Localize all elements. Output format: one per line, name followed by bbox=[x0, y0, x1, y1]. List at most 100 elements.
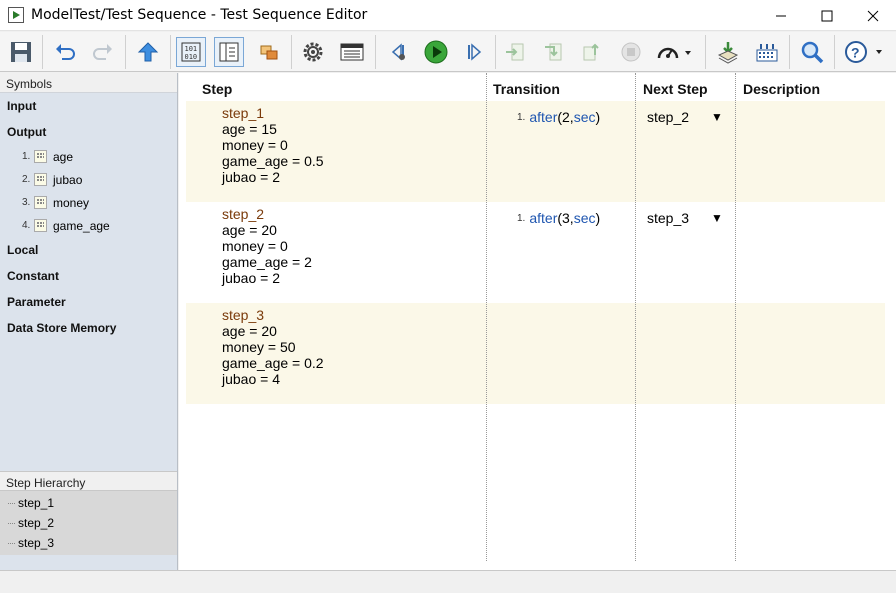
search-button[interactable] bbox=[797, 37, 827, 67]
table-view-icon bbox=[340, 43, 364, 61]
step-forward-button[interactable] bbox=[459, 37, 489, 67]
model-explorer-button[interactable] bbox=[254, 37, 284, 67]
column-divider bbox=[486, 73, 487, 561]
close-button[interactable] bbox=[850, 0, 896, 31]
run-icon bbox=[424, 40, 448, 64]
column-header-transition[interactable]: Transition bbox=[493, 81, 560, 97]
step-row-2[interactable]: step_2 age = 20 money = 0 game_age = 2 j… bbox=[186, 202, 885, 303]
table-view-button[interactable] bbox=[337, 37, 367, 67]
step-action-line: age = 20 bbox=[222, 323, 277, 339]
step-hierarchy-header: Step Hierarchy bbox=[0, 471, 177, 491]
output-symbol-money[interactable]: 3. money bbox=[0, 191, 177, 214]
toolbar: 101 010 ? bbox=[0, 32, 896, 72]
step-into-button[interactable] bbox=[500, 37, 530, 67]
symbol-number: 3. bbox=[22, 197, 31, 208]
help-button[interactable]: ? bbox=[841, 37, 887, 67]
up-arrow-icon bbox=[137, 42, 159, 62]
settings-button[interactable] bbox=[298, 37, 328, 67]
hierarchy-item-step-3[interactable]: step_3 bbox=[0, 533, 177, 553]
step-out-button[interactable] bbox=[577, 37, 607, 67]
step-action-line: age = 15 bbox=[222, 121, 277, 137]
column-header-step[interactable]: Step bbox=[202, 81, 232, 97]
next-step-dropdown[interactable]: step_3 ▼ bbox=[647, 210, 727, 226]
step-back-button[interactable] bbox=[383, 37, 413, 67]
step-row-3[interactable]: step_3 age = 20 money = 50 game_age = 0.… bbox=[186, 303, 885, 404]
status-bar bbox=[0, 570, 896, 593]
transition-condition[interactable]: 1. after(3,sec) bbox=[517, 210, 600, 226]
step-over-button[interactable] bbox=[538, 37, 568, 67]
load-icon bbox=[717, 42, 739, 64]
transition-close: ) bbox=[595, 210, 601, 226]
next-step-value: step_3 bbox=[647, 210, 690, 226]
step-action-line: money = 0 bbox=[222, 238, 288, 254]
up-level-button[interactable] bbox=[133, 37, 163, 67]
step-action-line: money = 0 bbox=[222, 137, 288, 153]
step-out-icon bbox=[583, 43, 599, 61]
output-symbol-game-age[interactable]: 4. game_age bbox=[0, 214, 177, 237]
transition-function: after bbox=[529, 210, 558, 226]
stop-button[interactable] bbox=[616, 37, 646, 67]
variable-icon bbox=[34, 150, 47, 163]
column-header-next-step[interactable]: Next Step bbox=[643, 81, 708, 97]
save-icon bbox=[11, 42, 31, 62]
load-button[interactable] bbox=[713, 37, 743, 67]
data-symbols-button[interactable]: 101 010 bbox=[176, 37, 206, 67]
step-action-line: age = 20 bbox=[222, 222, 277, 238]
signal-icon bbox=[756, 44, 778, 62]
section-local[interactable]: Local bbox=[0, 237, 177, 263]
variable-icon bbox=[34, 196, 47, 209]
step-content[interactable]: step_2 age = 20 money = 0 game_age = 2 j… bbox=[222, 206, 312, 286]
symbols-pane-button[interactable] bbox=[214, 37, 244, 67]
signal-button[interactable] bbox=[752, 37, 782, 67]
transition-function: after bbox=[529, 109, 558, 125]
data-symbols-icon: 101010 bbox=[181, 42, 201, 62]
section-data-store-memory[interactable]: Data Store Memory bbox=[0, 315, 177, 341]
hierarchy-item-step-1[interactable]: step_1 bbox=[0, 493, 177, 513]
save-button[interactable] bbox=[6, 37, 36, 67]
step-content[interactable]: step_1 age = 15 money = 0 game_age = 0.5… bbox=[222, 105, 324, 185]
chevron-down-icon[interactable]: ▼ bbox=[711, 211, 723, 225]
transition-number: 1. bbox=[517, 112, 526, 123]
section-constant[interactable]: Constant bbox=[0, 263, 177, 289]
transition-args: (3, bbox=[557, 210, 574, 226]
step-action-line: money = 50 bbox=[222, 339, 296, 355]
next-step-value: step_2 bbox=[647, 109, 690, 125]
symbol-number: 2. bbox=[22, 174, 31, 185]
run-button[interactable] bbox=[421, 37, 451, 67]
redo-button[interactable] bbox=[88, 37, 118, 67]
column-header-description[interactable]: Description bbox=[743, 81, 820, 97]
undo-icon bbox=[56, 44, 75, 60]
next-step-dropdown[interactable]: step_2 ▼ bbox=[647, 109, 727, 125]
maximize-icon bbox=[821, 10, 833, 21]
section-parameter[interactable]: Parameter bbox=[0, 289, 177, 315]
search-icon bbox=[801, 41, 824, 64]
section-output[interactable]: Output bbox=[0, 119, 177, 145]
maximize-button[interactable] bbox=[804, 0, 850, 31]
step-content[interactable]: step_3 age = 20 money = 50 game_age = 0.… bbox=[222, 307, 324, 387]
pacing-button[interactable] bbox=[655, 37, 695, 67]
step-name: step_2 bbox=[222, 206, 265, 222]
output-symbol-jubao[interactable]: 2. jubao bbox=[0, 168, 177, 191]
step-over-icon bbox=[545, 43, 562, 61]
redo-icon bbox=[93, 44, 112, 60]
chevron-down-icon[interactable]: ▼ bbox=[711, 110, 723, 124]
transition-unit: sec bbox=[573, 109, 596, 125]
output-symbol-age[interactable]: 1. age bbox=[0, 145, 177, 168]
section-input[interactable]: Input bbox=[0, 93, 177, 119]
symbol-name: age bbox=[53, 149, 74, 164]
transition-close: ) bbox=[595, 109, 601, 125]
step-row-1[interactable]: step_1 age = 15 money = 0 game_age = 0.5… bbox=[186, 101, 885, 202]
transition-condition[interactable]: 1. after(2,sec) bbox=[517, 109, 600, 125]
window-title: ModelTest/Test Sequence - Test Sequence … bbox=[31, 7, 368, 23]
minimize-button[interactable] bbox=[758, 0, 804, 31]
variable-icon bbox=[34, 219, 47, 232]
hierarchy-item-step-2[interactable]: step_2 bbox=[0, 513, 177, 533]
step-action-line: game_age = 0.5 bbox=[222, 153, 324, 169]
step-action-line: jubao = 2 bbox=[222, 270, 280, 286]
symbol-name: jubao bbox=[53, 172, 83, 187]
title-bar: ModelTest/Test Sequence - Test Sequence … bbox=[0, 0, 896, 31]
symbol-number: 4. bbox=[22, 220, 31, 231]
symbols-pane-icon bbox=[219, 42, 239, 62]
undo-button[interactable] bbox=[50, 37, 80, 67]
step-forward-icon bbox=[468, 43, 482, 61]
